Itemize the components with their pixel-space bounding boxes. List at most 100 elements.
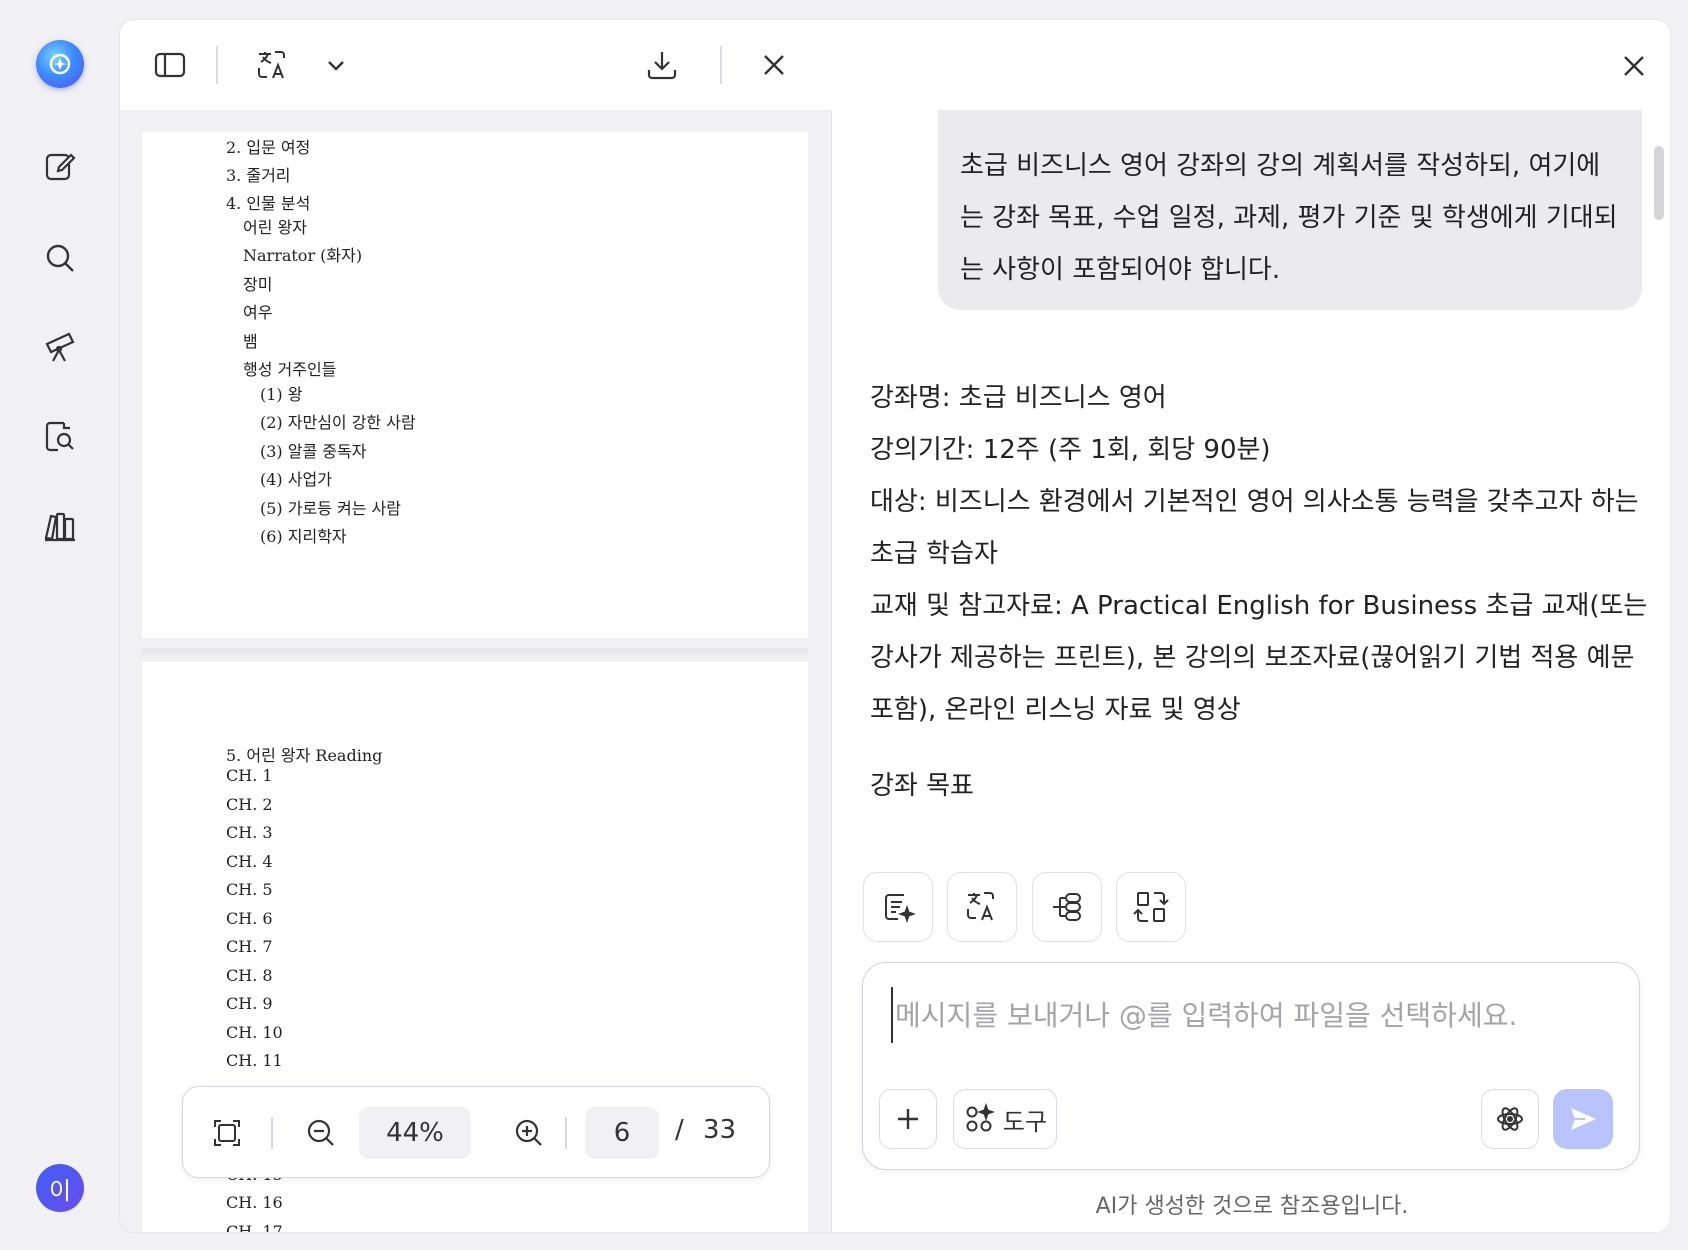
doc-line: 뱀 [243,332,258,351]
answer-target: 대상: 비즈니스 환경에서 기본적인 영어 의사소통 능력을 갖추고자 하는 초… [870,487,1639,569]
avatar-initial: 이 [48,1176,72,1205]
viewer-close-button[interactable] [752,43,796,87]
doc-line: CH. 6 [226,909,273,928]
zoom-divider [271,1117,273,1149]
send-icon [1571,1108,1596,1130]
document-viewer: 2. 입문 여정 3. 줄거리 4. 인물 분석 어린 왕자 Narrator … [120,20,832,1232]
doc-line: CH. 16 [226,1193,283,1212]
doc-line: (6) 지리학자 [260,527,347,546]
app-logo-icon[interactable] [36,40,84,88]
doc-search-icon [45,421,74,452]
atom-icon [1497,1107,1523,1131]
answer-section-goal: 강좌 목표 [870,771,974,801]
doc-line: CH. 3 [226,823,273,842]
doc-line: 2. 입문 여정 [226,138,311,157]
avatar[interactable]: 이 [36,1164,84,1212]
fit-page-icon [214,1120,240,1146]
zoom-divider [565,1117,567,1149]
mindmap-button[interactable] [1032,872,1102,942]
main-card: 2. 입문 여정 3. 줄거리 4. 인물 분석 어린 왕자 Narrator … [120,20,1670,1232]
library-button[interactable] [36,502,84,550]
tools-button[interactable]: 도구 [953,1089,1057,1149]
translate-icon [967,892,994,921]
translate-icon [258,51,285,79]
zoom-level[interactable]: 44% [359,1107,471,1159]
total-pages: 33 [703,1115,737,1145]
send-button[interactable] [1553,1089,1613,1149]
chevron-down-icon [328,61,344,71]
toolbar-divider [720,46,722,84]
doc-line: 3. 줄거리 [226,166,291,185]
document-page: 2. 입문 여정 3. 줄거리 4. 인물 분석 어린 왕자 Narrator … [142,132,808,638]
message-composer: 도구 [862,962,1640,1170]
doc-line: 4. 인물 분석 [226,194,311,213]
chat-panel: 초급 비즈니스 영어 강좌의 강의 계획서를 작성하되, 여기에는 강좌 목표,… [834,20,1670,1232]
document-pages[interactable]: 2. 입문 여정 3. 줄거리 4. 인물 분석 어린 왕자 Narrator … [120,110,832,1232]
chat-close-button[interactable] [1612,44,1656,88]
close-icon [1624,56,1644,76]
zoom-out-icon [307,1119,334,1146]
explore-button[interactable] [36,322,84,370]
summarize-icon [885,894,916,924]
page-separator-text: / [675,1115,684,1145]
edit-icon [45,153,76,181]
doc-line: 행성 거주인들 [243,360,337,379]
convert-icon [1133,892,1169,922]
translate-action-button[interactable] [947,872,1017,942]
zoom-in-icon [515,1119,542,1146]
reasoning-button[interactable] [1481,1089,1539,1149]
doc-line: Narrator (화자) [243,246,363,265]
doc-line: (3) 알콜 중독자 [260,442,367,461]
attach-button[interactable] [879,1089,937,1149]
left-rail: 이 [0,0,120,1250]
doc-line: CH. 2 [226,795,273,814]
ai-disclaimer: AI가 생성한 것으로 참조용입니다. [1095,1194,1409,1219]
doc-line: CH. 11 [226,1051,283,1070]
doc-line: CH. 17 [226,1222,283,1232]
fit-page-button[interactable] [207,1113,247,1153]
new-chat-button[interactable] [36,142,84,190]
doc-line: CH. 7 [226,937,273,956]
doc-line: (4) 사업가 [260,470,332,489]
doc-line: CH. 4 [226,852,273,871]
search-button[interactable] [36,234,84,282]
current-page-input[interactable]: 6 [585,1107,659,1159]
doc-line: 어린 왕자 [243,218,307,237]
download-button[interactable] [640,43,684,87]
chat-scrollbar[interactable] [1654,146,1664,220]
library-icon [44,512,75,542]
search-icon [46,244,74,272]
answer-materials: 교재 및 참고자료: A Practical English for Busin… [870,591,1648,725]
viewer-toolbar [120,20,832,110]
sidebar-toggle-button[interactable] [148,43,192,87]
doc-line: CH. 5 [226,880,273,899]
doc-line: 장미 [243,275,273,294]
telescope-icon [45,332,75,362]
zoom-out-button[interactable] [301,1113,341,1153]
doc-line: CH. 1 [226,766,273,785]
mindmap-icon [1053,893,1081,921]
doc-line: (2) 자만심이 강한 사람 [260,413,416,432]
tools-label: 도구 [1002,1107,1048,1136]
download-icon [647,52,677,80]
translate-button[interactable] [250,43,294,87]
doc-line: CH. 8 [226,966,273,985]
plus-icon [898,1109,918,1129]
zoom-in-button[interactable] [509,1113,549,1153]
toolbar-divider [216,46,218,84]
summarize-button[interactable] [863,872,933,942]
doc-line: (1) 왕 [260,385,303,404]
tools-icon [966,1103,995,1132]
zoom-toolbar: 44% 6 / 33 [182,1086,770,1178]
translate-dropdown[interactable] [314,43,358,87]
convert-button[interactable] [1116,872,1186,942]
message-input[interactable] [891,987,1611,1043]
close-icon [764,55,784,75]
doc-line: 여우 [243,303,273,322]
user-message: 초급 비즈니스 영어 강좌의 강의 계획서를 작성하되, 여기에는 강좌 목표,… [938,110,1642,310]
answer-course-name: 강좌명: 초급 비즈니스 영어 [870,383,1167,413]
doc-search-button[interactable] [36,412,84,460]
doc-line: 5. 어린 왕자 Reading [226,746,383,765]
page-separator [142,648,808,654]
doc-line: (5) 가로등 켜는 사람 [260,499,401,518]
